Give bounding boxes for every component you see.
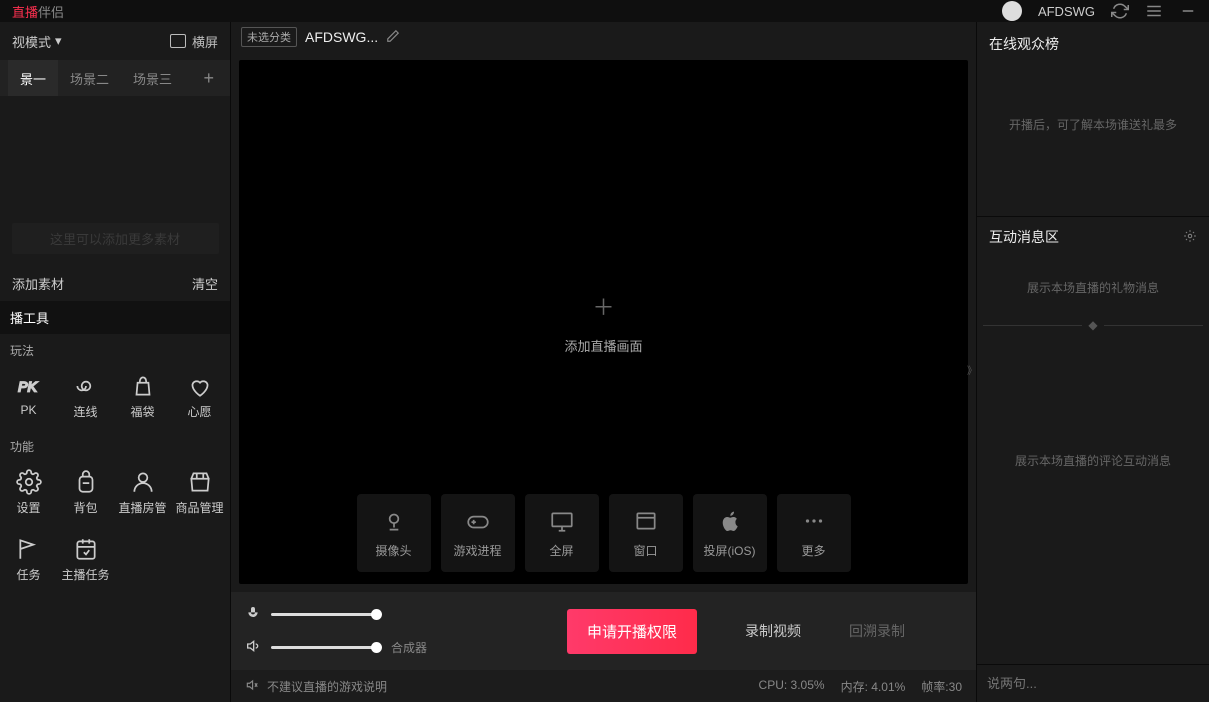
shop-icon [187, 469, 213, 495]
tool-link[interactable]: 连线 [57, 367, 114, 426]
viewers-title: 在线观众榜 [977, 22, 1209, 66]
tool-room-admin[interactable]: 直播房管 [114, 463, 171, 522]
flag-icon [16, 536, 42, 562]
msg-divider[interactable]: ◆ [977, 318, 1209, 332]
scene-tab-2[interactable]: 场景二 [58, 60, 121, 96]
play-section-label: 玩法 [0, 334, 230, 363]
center-panel: 未选分类 AFDSWG... ＋ 添加直播画面 摄像头 游戏进程 全屏 窗口 投… [231, 22, 976, 702]
mute-icon [245, 678, 259, 695]
viewers-hint: 开播后，可了解本场谁送礼最多 [977, 66, 1209, 216]
left-panel: 视模式▾ 横屏 景一 场景二 场景三 + 这里可以添加更多素材 添加素材 清空 … [0, 22, 231, 702]
bag-icon [130, 373, 156, 399]
synth-label: 合成器 [391, 639, 427, 656]
scene-tab-3[interactable]: 场景三 [121, 60, 184, 96]
room-title: AFDSWG... [305, 29, 378, 45]
record-button[interactable]: 录制视频 [745, 621, 801, 641]
function-section-label: 功能 [0, 430, 230, 459]
pk-icon: PK [16, 373, 42, 399]
gift-hint: 展示本场直播的礼物消息 [977, 257, 1209, 318]
right-panel: 在线观众榜 开播后，可了解本场谁送礼最多 互动消息区 展示本场直播的礼物消息 ◆… [976, 22, 1209, 702]
source-window[interactable]: 窗口 [609, 494, 683, 572]
preview-area[interactable]: ＋ 添加直播画面 摄像头 游戏进程 全屏 窗口 投屏(iOS) 更多 [239, 60, 968, 584]
source-ios[interactable]: 投屏(iOS) [693, 494, 767, 572]
bottom-bar: 合成器 申请开播权限 录制视频 回溯录制 不建议直播的游戏说明 CPU: 3.0… [231, 592, 976, 702]
chat-input[interactable] [987, 676, 1199, 691]
speaker-icon [245, 638, 261, 657]
tool-task[interactable]: 任务 [0, 530, 57, 589]
tool-goods[interactable]: 商品管理 [171, 463, 228, 522]
source-game[interactable]: 游戏进程 [441, 494, 515, 572]
source-list: 这里可以添加更多素材 [0, 96, 230, 266]
source-buttons: 摄像头 游戏进程 全屏 窗口 投屏(iOS) 更多 [357, 494, 851, 572]
landscape-icon [170, 34, 186, 48]
wish-icon [187, 373, 213, 399]
gamepad-icon [465, 508, 491, 534]
source-hint: 这里可以添加更多素材 [12, 223, 219, 254]
tool-pk[interactable]: PKPK [0, 367, 57, 426]
chat-input-bar [977, 664, 1209, 702]
settings-icon[interactable] [1183, 229, 1197, 246]
backpack-icon [73, 469, 99, 495]
avatar[interactable] [1002, 1, 1022, 21]
admin-icon [130, 469, 156, 495]
expand-handle[interactable]: 》 [967, 362, 977, 377]
minimize-icon[interactable] [1179, 2, 1197, 20]
mic-slider[interactable] [245, 605, 427, 624]
svg-text:PK: PK [18, 378, 37, 394]
start-stream-button[interactable]: 申请开播权限 [567, 609, 697, 654]
add-scene-button[interactable]: + [195, 68, 222, 89]
tool-wish[interactable]: 心愿 [171, 367, 228, 426]
camera-icon [381, 508, 407, 534]
tool-anchor-task[interactable]: 主播任务 [57, 530, 114, 589]
username[interactable]: AFDSWG [1038, 4, 1095, 19]
category-tag[interactable]: 未选分类 [241, 27, 297, 47]
mic-icon [245, 605, 261, 624]
monitor-icon [549, 508, 575, 534]
calendar-icon [73, 536, 99, 562]
replay-button[interactable]: 回溯录制 [849, 621, 905, 641]
tools-heading: 播工具 [0, 301, 230, 334]
menu-icon[interactable] [1145, 2, 1163, 20]
view-mode-dropdown[interactable]: 视模式▾ [12, 32, 62, 51]
tool-luckybag[interactable]: 福袋 [114, 367, 171, 426]
apple-icon [717, 508, 743, 534]
app-title: 直播伴侣 [12, 2, 64, 21]
window-icon [633, 508, 659, 534]
stats: CPU: 3.05% 内存: 4.01% 帧率:30 [759, 678, 962, 695]
more-icon [801, 508, 827, 534]
gear-icon [16, 469, 42, 495]
tool-settings[interactable]: 设置 [0, 463, 57, 522]
scene-tabs: 景一 场景二 场景三 + [0, 60, 230, 96]
add-source-button[interactable]: 添加素材 [12, 274, 64, 293]
source-monitor[interactable]: 全屏 [525, 494, 599, 572]
game-hint[interactable]: 不建议直播的游戏说明 [245, 678, 387, 695]
link-icon [73, 373, 99, 399]
speaker-slider[interactable]: 合成器 [245, 638, 427, 657]
add-source-label: 添加直播画面 [564, 336, 642, 355]
topbar: 直播伴侣 AFDSWG [0, 0, 1209, 22]
tool-backpack[interactable]: 背包 [57, 463, 114, 522]
comment-hint: 展示本场直播的评论互动消息 [977, 332, 1209, 491]
plus-icon: ＋ [592, 290, 614, 322]
chevron-down-icon: ▾ [55, 33, 62, 49]
source-more[interactable]: 更多 [777, 494, 851, 572]
msg-title: 互动消息区 [989, 227, 1059, 247]
edit-icon[interactable] [386, 29, 400, 46]
source-camera[interactable]: 摄像头 [357, 494, 431, 572]
scene-tab-1[interactable]: 景一 [8, 60, 58, 96]
clear-sources-button[interactable]: 清空 [192, 274, 218, 293]
orientation-toggle[interactable]: 横屏 [170, 32, 218, 51]
refresh-icon[interactable] [1111, 2, 1129, 20]
